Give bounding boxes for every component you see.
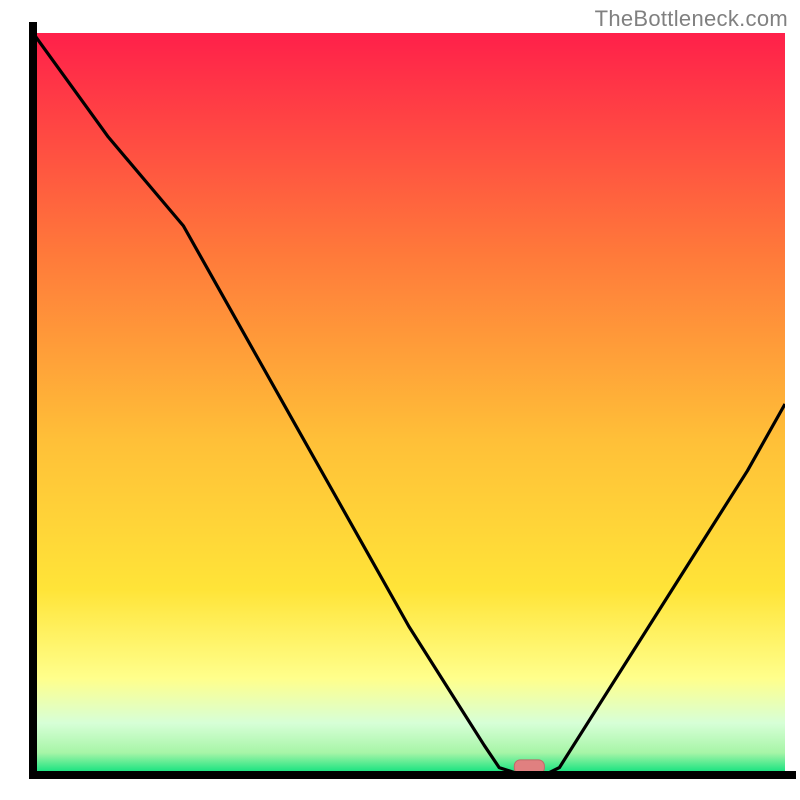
watermark-text: TheBottleneck.com	[595, 6, 788, 32]
chart-container: TheBottleneck.com	[0, 0, 800, 800]
chart-svg	[0, 0, 800, 800]
plot-background	[33, 33, 785, 775]
